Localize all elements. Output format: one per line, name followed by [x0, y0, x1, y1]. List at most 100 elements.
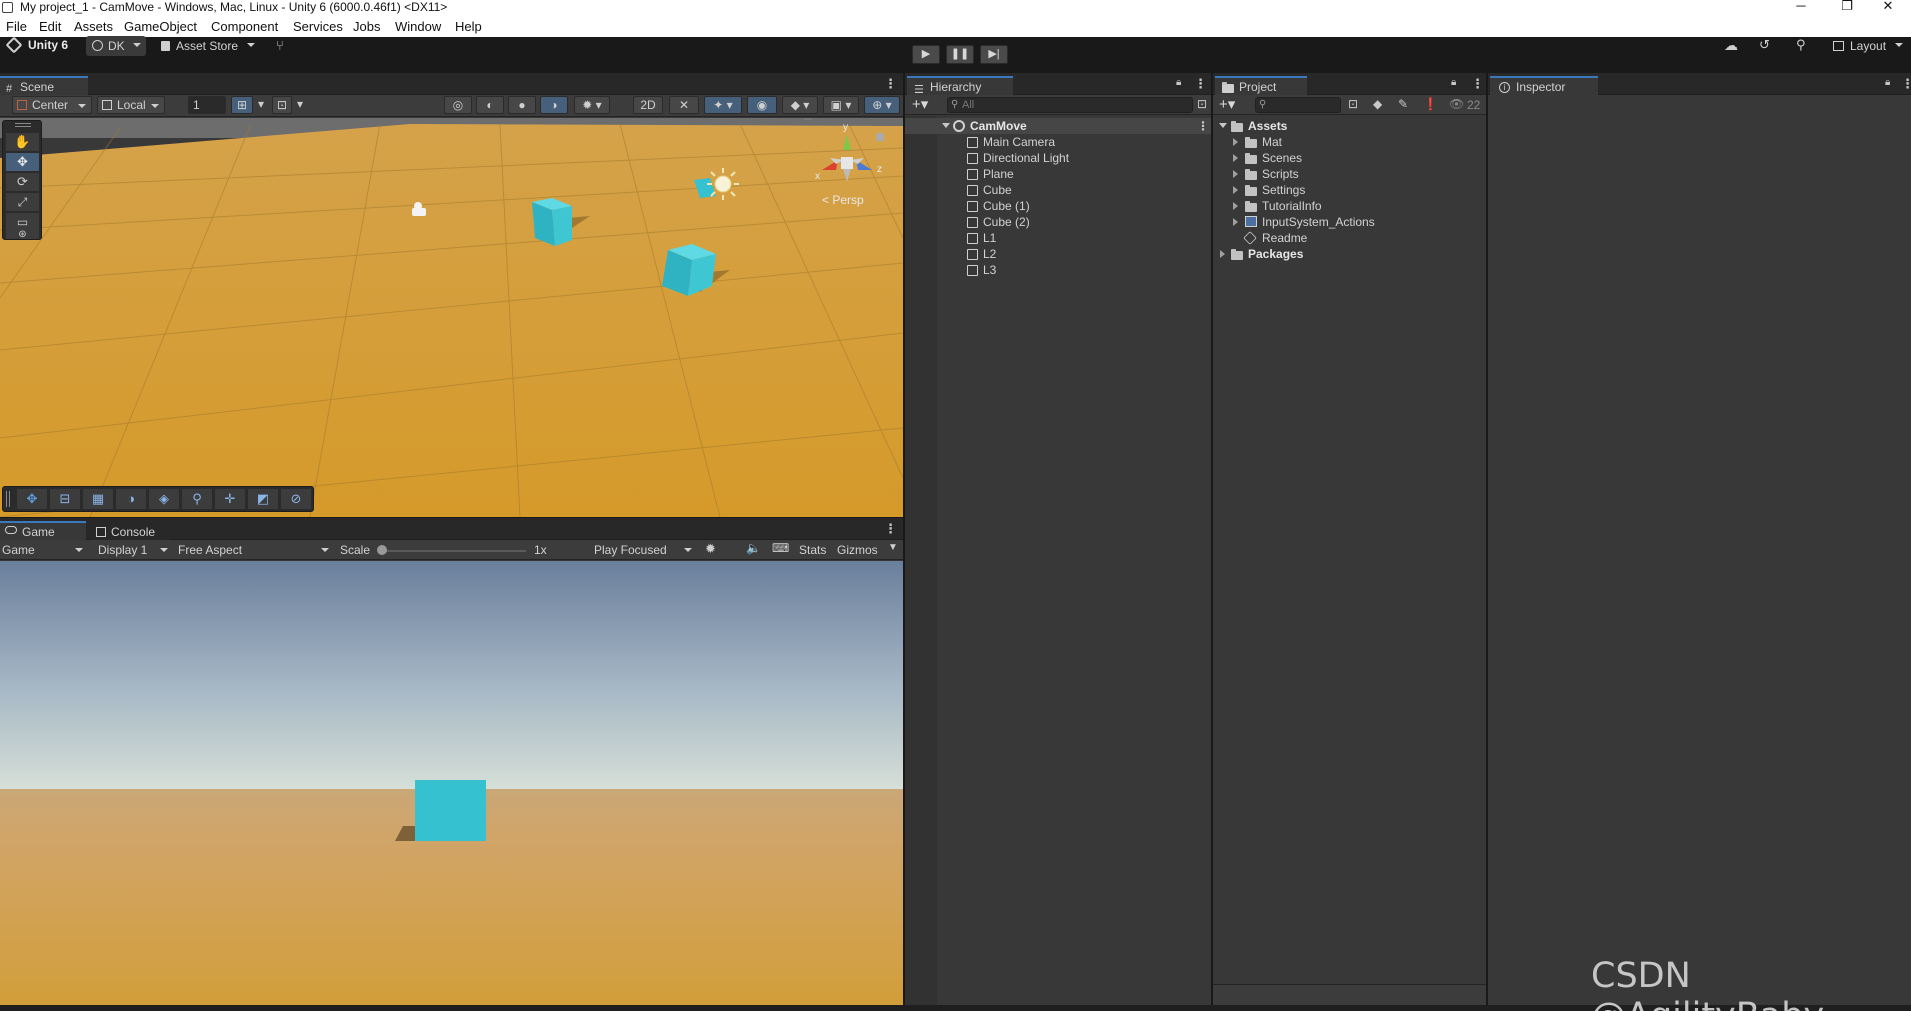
overlay-drag-handle[interactable]: [15, 123, 31, 127]
scene-cube-1[interactable]: [532, 198, 572, 246]
step-button[interactable]: ▶|: [980, 45, 1008, 64]
draw-mode-icon[interactable]: ◎: [444, 96, 472, 114]
maximize-button[interactable]: ❐: [1824, 0, 1870, 16]
render-mode-icon[interactable]: ◐: [476, 96, 504, 114]
menu-component[interactable]: Component: [211, 19, 278, 34]
visibility-icon[interactable]: ◉: [747, 96, 777, 114]
hierarchy-search-options-icon[interactable]: ⊡: [1197, 97, 1207, 111]
folder-expand-icon[interactable]: [1233, 202, 1238, 210]
search-by-type-icon[interactable]: ⊡: [1348, 97, 1358, 111]
project-asset-inputsystem-actions[interactable]: InputSystem_Actions: [1213, 214, 1486, 230]
menu-gameobject[interactable]: GameObject: [124, 19, 197, 34]
debug-draw-icon[interactable]: ✹ ▾: [574, 96, 610, 114]
favorites-icon[interactable]: ✎: [1398, 97, 1408, 111]
transform-tool-icon[interactable]: ⊛: [6, 230, 39, 240]
scale-slider-track[interactable]: [380, 550, 526, 552]
overlay-shading-icon[interactable]: ◑: [116, 489, 146, 509]
menu-jobs[interactable]: Jobs: [353, 19, 380, 34]
increment-snap-dropdown-icon[interactable]: ▾: [293, 96, 307, 114]
tab-game[interactable]: Game: [0, 521, 86, 541]
scene-expand-icon[interactable]: [942, 123, 950, 128]
create-asset-button[interactable]: +▾: [1219, 95, 1235, 113]
assets-expand-icon[interactable]: [1219, 123, 1227, 128]
hierarchy-item-l2[interactable]: L2: [905, 246, 1211, 262]
overlay-compass-icon[interactable]: ⊘: [281, 489, 311, 509]
hierarchy-search-input[interactable]: ⚲ All: [947, 97, 1193, 113]
scene-kebab-icon-row[interactable]: ⋮: [1197, 118, 1209, 134]
increment-snap-icon[interactable]: ⊡: [272, 96, 292, 114]
game-cube[interactable]: [415, 780, 486, 841]
mute-audio-icon[interactable]: 🔈: [746, 541, 761, 555]
project-assets-root[interactable]: Assets: [1213, 118, 1486, 134]
aspect-dropdown[interactable]: Free Aspect: [174, 541, 334, 559]
lit-icon[interactable]: ◑: [540, 96, 568, 114]
project-lock-icon[interactable]: 🔒︎: [1451, 77, 1461, 88]
menu-help[interactable]: Help: [455, 19, 482, 34]
pause-button[interactable]: ❚❚: [946, 45, 974, 64]
overlay-zoom-icon[interactable]: ⚲: [182, 489, 212, 509]
folder-expand-icon[interactable]: [1233, 154, 1238, 162]
play-button[interactable]: ▶: [912, 45, 940, 64]
warning-icon[interactable]: ❗: [1423, 97, 1438, 111]
account-dropdown[interactable]: DK: [86, 36, 146, 56]
game-viewport[interactable]: [0, 561, 903, 1005]
tab-hierarchy[interactable]: ☰ Hierarchy: [907, 76, 1013, 96]
scale-tool-icon[interactable]: ⤢: [6, 193, 39, 211]
display-dropdown[interactable]: Display 1: [93, 541, 173, 559]
hierarchy-item-main-camera[interactable]: Main Camera: [905, 134, 1211, 150]
overlay-move-icon[interactable]: ✥: [17, 489, 47, 509]
rotate-tool-icon[interactable]: ⟳: [6, 173, 39, 191]
hierarchy-item-cube-1[interactable]: Cube (1): [905, 198, 1211, 214]
close-button[interactable]: ✕: [1865, 0, 1911, 16]
hierarchy-item-directional-light[interactable]: Directional Light: [905, 150, 1211, 166]
debug-icon[interactable]: ✹: [705, 541, 716, 557]
hierarchy-item-plane[interactable]: Plane: [905, 166, 1211, 182]
gizmos-sphere-icon[interactable]: ⊕ ▾: [864, 96, 900, 114]
hand-tool-icon[interactable]: ✋: [6, 133, 39, 151]
scale-slider-thumb[interactable]: [377, 545, 387, 555]
game-kebab-icon[interactable]: ⋮: [884, 521, 897, 537]
tab-inspector[interactable]: i Inspector: [1490, 76, 1598, 96]
project-packages-root[interactable]: Packages: [1213, 246, 1486, 262]
cloud-icon[interactable]: ☁: [1724, 37, 1738, 54]
project-kebab-icon[interactable]: ⋮: [1471, 76, 1484, 92]
menu-edit[interactable]: Edit: [39, 19, 61, 34]
overlay-pan-icon[interactable]: ✛: [215, 489, 245, 509]
overlay-layers-icon[interactable]: ◈: [149, 489, 179, 509]
menu-file[interactable]: File: [6, 19, 27, 34]
hierarchy-lock-icon[interactable]: 🔒︎: [1176, 77, 1186, 88]
2d-toggle-icon[interactable]: 2D: [633, 96, 663, 114]
asset-expand-icon[interactable]: [1233, 218, 1238, 226]
overlay-camera-icon[interactable]: ◩: [248, 489, 278, 509]
grid-size-field[interactable]: 1: [188, 96, 226, 114]
hierarchy-item-cube[interactable]: Cube: [905, 182, 1211, 198]
menu-assets[interactable]: Assets: [74, 19, 113, 34]
space-local-dropdown[interactable]: Local: [97, 96, 165, 114]
layout-dropdown[interactable]: Layout: [1830, 36, 1908, 56]
move-tool-icon[interactable]: ✥: [6, 153, 39, 171]
view-select-dropdown[interactable]: Game: [0, 541, 88, 559]
tab-project[interactable]: Project: [1215, 76, 1307, 96]
stats-button[interactable]: Stats: [799, 543, 826, 557]
project-folder-settings[interactable]: Settings: [1213, 182, 1486, 198]
folder-expand-icon[interactable]: [1233, 170, 1238, 178]
version-control-icon[interactable]: ⑂: [276, 38, 284, 53]
inspector-kebab-icon[interactable]: ⋮: [1901, 76, 1911, 92]
pivot-center-dropdown[interactable]: Center: [12, 96, 92, 114]
minimize-button[interactable]: ─: [1778, 0, 1824, 16]
keyboard-shortcuts-icon[interactable]: ⌨: [772, 541, 789, 555]
gizmo-lock-icon[interactable]: [876, 133, 884, 141]
tab-console[interactable]: Console: [90, 521, 170, 541]
hierarchy-item-l3[interactable]: L3: [905, 262, 1211, 278]
folder-expand-icon[interactable]: [1233, 186, 1238, 194]
overlay-align-icon[interactable]: ⊟: [50, 489, 80, 509]
persp-toggle[interactable]: < Persp: [822, 193, 864, 207]
project-search-input[interactable]: ⚲: [1255, 97, 1341, 113]
menu-services[interactable]: Services: [293, 19, 343, 34]
overlay-grid-icon[interactable]: ▦: [83, 489, 113, 509]
directional-light-gizmo[interactable]: [707, 168, 739, 200]
gizmos-dropdown-icon[interactable]: ▼: [888, 542, 898, 553]
inspector-lock-icon[interactable]: 🔒︎: [1885, 77, 1895, 88]
camera-settings-icon[interactable]: ▣ ▾: [823, 96, 859, 114]
lighting-toggle-icon[interactable]: ✕: [669, 96, 699, 114]
